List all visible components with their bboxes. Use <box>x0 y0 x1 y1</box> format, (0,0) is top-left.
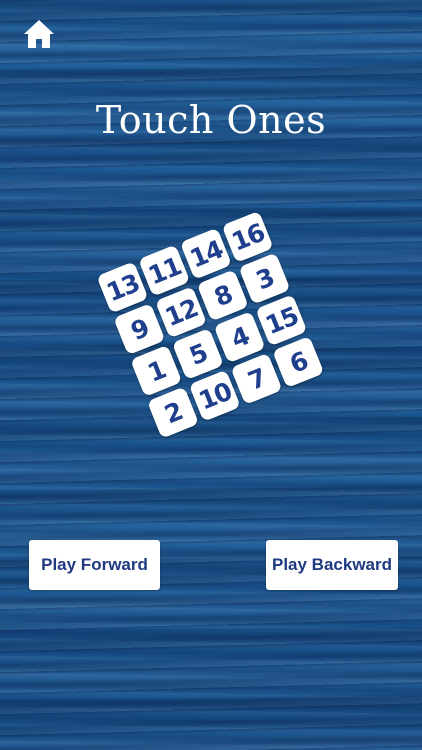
page-title: Touch Ones <box>95 98 327 142</box>
home-icon <box>24 20 54 48</box>
play-backward-button[interactable]: Play Backward <box>266 540 398 590</box>
play-forward-button[interactable]: Play Forward <box>29 540 160 590</box>
home-button[interactable] <box>22 18 56 50</box>
